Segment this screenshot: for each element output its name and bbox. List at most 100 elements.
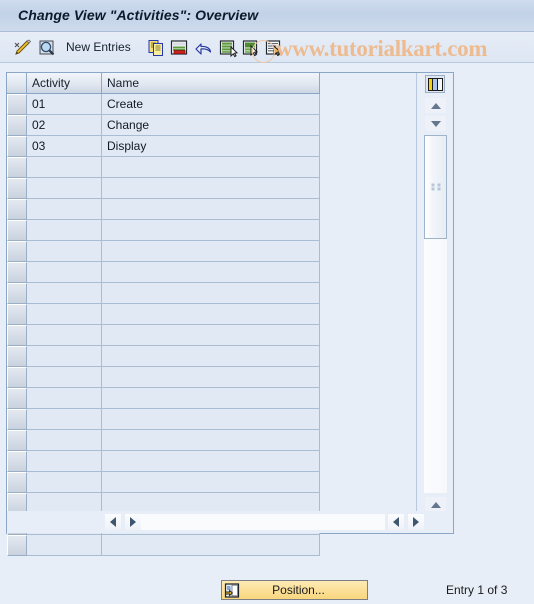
cell-name[interactable]: Change (102, 115, 320, 136)
row-select-button[interactable] (7, 409, 27, 430)
cell-name[interactable] (102, 472, 320, 493)
select-all-column-header[interactable] (7, 73, 27, 94)
row-select-button[interactable] (7, 178, 27, 199)
horizontal-scroll-track[interactable] (141, 514, 385, 530)
cell-name[interactable] (102, 241, 320, 262)
cell-name[interactable] (102, 430, 320, 451)
select-all-icon[interactable] (217, 37, 239, 59)
row-select-button[interactable] (7, 430, 27, 451)
cell-name[interactable] (102, 388, 320, 409)
column-header-name[interactable]: Name (102, 73, 320, 94)
table-row[interactable] (7, 262, 320, 283)
cell-name[interactable] (102, 199, 320, 220)
row-select-button[interactable] (7, 451, 27, 472)
delete-row-icon[interactable] (168, 37, 190, 59)
cell-name[interactable] (102, 367, 320, 388)
table-row[interactable] (7, 220, 320, 241)
display-change-icon[interactable] (12, 37, 34, 59)
cell-activity[interactable] (27, 388, 102, 409)
cell-name[interactable] (102, 157, 320, 178)
cell-activity[interactable] (27, 535, 102, 556)
table-row[interactable] (7, 325, 320, 346)
cell-activity[interactable] (27, 346, 102, 367)
cell-activity[interactable] (27, 451, 102, 472)
row-select-button[interactable] (7, 283, 27, 304)
table-row[interactable]: 03 Display (7, 136, 320, 157)
table-row[interactable] (7, 178, 320, 199)
cell-name[interactable]: Display (102, 136, 320, 157)
row-select-button[interactable] (7, 136, 27, 157)
column-header-activity[interactable]: Activity (27, 73, 102, 94)
cell-activity[interactable] (27, 262, 102, 283)
row-select-button[interactable] (7, 388, 27, 409)
cell-name[interactable] (102, 325, 320, 346)
table-row[interactable]: 01 Create (7, 94, 320, 115)
cell-name[interactable] (102, 409, 320, 430)
cell-activity[interactable]: 01 (27, 94, 102, 115)
cell-activity[interactable] (27, 178, 102, 199)
cell-activity[interactable] (27, 304, 102, 325)
copy-icon[interactable] (145, 37, 167, 59)
table-settings-icon[interactable] (425, 75, 445, 93)
scroll-left-button[interactable] (105, 514, 121, 530)
table-row[interactable] (7, 241, 320, 262)
table-row[interactable] (7, 346, 320, 367)
row-select-button[interactable] (7, 199, 27, 220)
table-row[interactable] (7, 157, 320, 178)
new-entries-button[interactable]: New Entries (66, 40, 131, 54)
scroll-right-button[interactable] (125, 514, 141, 530)
table-row[interactable] (7, 430, 320, 451)
cell-activity[interactable] (27, 367, 102, 388)
horizontal-scrollbar[interactable] (7, 511, 453, 533)
scroll-up-button[interactable] (425, 98, 446, 113)
row-select-button[interactable] (7, 325, 27, 346)
scroll-down-button[interactable] (425, 116, 446, 131)
cell-name[interactable] (102, 220, 320, 241)
table-row[interactable] (7, 304, 320, 325)
cell-name[interactable] (102, 283, 320, 304)
row-select-button[interactable] (7, 262, 27, 283)
row-select-button[interactable] (7, 94, 27, 115)
row-select-button[interactable] (7, 241, 27, 262)
undo-arrow-icon[interactable] (191, 37, 215, 59)
cell-name[interactable] (102, 262, 320, 283)
table-row[interactable] (7, 388, 320, 409)
table-row[interactable]: 02 Change (7, 115, 320, 136)
scroll-left-button-right[interactable] (388, 514, 404, 530)
row-select-button[interactable] (7, 304, 27, 325)
row-select-button[interactable] (7, 220, 27, 241)
cell-name[interactable] (102, 346, 320, 367)
cell-activity[interactable] (27, 199, 102, 220)
cell-activity[interactable] (27, 409, 102, 430)
row-select-button[interactable] (7, 472, 27, 493)
vertical-scroll-track[interactable] (424, 135, 447, 493)
table-row[interactable] (7, 451, 320, 472)
cell-activity[interactable] (27, 241, 102, 262)
scroll-right-button-right[interactable] (408, 514, 424, 530)
table-row[interactable] (7, 199, 320, 220)
row-select-button[interactable] (7, 367, 27, 388)
row-select-button[interactable] (7, 115, 27, 136)
table-row[interactable] (7, 367, 320, 388)
cell-name[interactable]: Create (102, 94, 320, 115)
cell-activity[interactable] (27, 325, 102, 346)
table-row[interactable] (7, 409, 320, 430)
scroll-up-button-bottom[interactable] (425, 497, 446, 512)
position-button[interactable]: Position... (221, 580, 368, 600)
row-select-button[interactable] (7, 535, 27, 556)
cell-name[interactable] (102, 304, 320, 325)
cell-activity[interactable]: 02 (27, 115, 102, 136)
cell-activity[interactable] (27, 220, 102, 241)
cell-activity[interactable] (27, 157, 102, 178)
row-select-button[interactable] (7, 157, 27, 178)
cell-name[interactable] (102, 451, 320, 472)
cell-activity[interactable] (27, 472, 102, 493)
vertical-scrollbar[interactable] (416, 73, 453, 531)
cell-name[interactable] (102, 535, 320, 556)
row-select-button[interactable] (7, 346, 27, 367)
table-row[interactable] (7, 283, 320, 304)
cell-activity[interactable] (27, 283, 102, 304)
table-row[interactable] (7, 472, 320, 493)
cell-activity[interactable] (27, 430, 102, 451)
cell-name[interactable] (102, 178, 320, 199)
